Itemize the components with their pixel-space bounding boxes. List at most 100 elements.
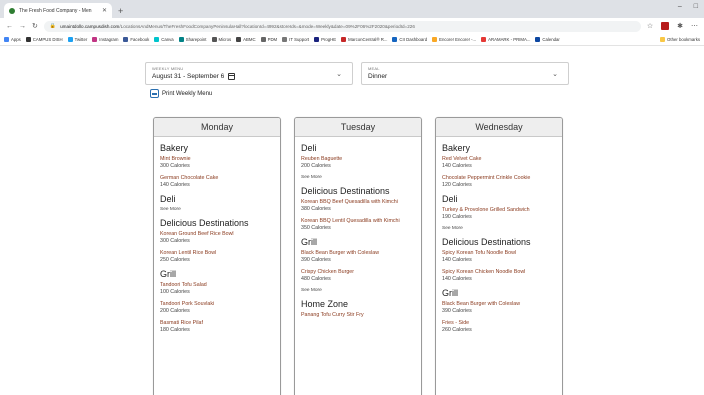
- bookmark-item[interactable]: PDM: [260, 37, 277, 42]
- station-heading: Delicious Destinations: [442, 237, 531, 247]
- menu-item[interactable]: Spicy Korean Chicken Noodle Bowl 140 Calo…: [442, 269, 556, 282]
- meal-select[interactable]: MEAL Dinner ⌄: [361, 62, 569, 85]
- menu-item[interactable]: Reuben Baguette 200 Calories: [301, 156, 415, 169]
- menu-item-calories: 300 Calories: [160, 162, 190, 169]
- browser-toolbar: ← → ↻ 🔒 umaintdollo.campusdish.com/Locat…: [0, 18, 704, 34]
- menu-item[interactable]: Korean Lentil Rice Bowl 250 Calories: [160, 250, 274, 263]
- menu-page: WEEKLY MENU August 31 - September 6 ⌄ ME…: [0, 46, 704, 395]
- menu-item-calories: 140 Calories: [442, 275, 472, 282]
- menu-item[interactable]: Panang Tofu Curry Stir Fry: [301, 312, 415, 319]
- bookmark-item[interactable]: Encore! Encore! -...: [432, 37, 476, 42]
- extension-icon[interactable]: [661, 22, 670, 30]
- minimize-icon[interactable]: –: [678, 3, 682, 10]
- bookmark-item[interactable]: Instagram: [92, 37, 118, 42]
- day-card-monday: Monday Bakery Mint Brownie 300 Calories Germ…: [153, 117, 281, 395]
- aramark-icon: [481, 37, 487, 42]
- bookmark-item[interactable]: Calendar: [535, 37, 560, 42]
- station-heading: Grill: [442, 288, 458, 298]
- menu-item[interactable]: Red Velvet Cake 140 Calories: [442, 156, 556, 169]
- menu-item-calories: 390 Calories: [442, 307, 472, 314]
- reload-icon[interactable]: ↻: [32, 22, 38, 30]
- menu-item[interactable]: Crispy Chicken Burger 480 Calories: [301, 269, 415, 282]
- see-more-link[interactable]: See More: [301, 288, 415, 293]
- other-bookmarks[interactable]: Other bookmarks: [660, 37, 700, 42]
- bookmark-item[interactable]: Twitter: [67, 37, 87, 42]
- see-more-link[interactable]: See More: [160, 207, 274, 212]
- address-bar[interactable]: 🔒 umaintdollo.campusdish.com/LocationsAn…: [43, 20, 641, 32]
- bookmark-item[interactable]: ARAMARK - PRIMA...: [481, 37, 530, 42]
- menu-item[interactable]: Mint Brownie 300 Calories: [160, 156, 274, 169]
- menu-item-calories: 250 Calories: [160, 256, 190, 263]
- marconcentral-icon: [341, 37, 347, 42]
- bookmark-item[interactable]: Facebook: [123, 37, 149, 42]
- apps-grid-icon: [4, 37, 9, 42]
- window-controls: – □: [678, 3, 698, 10]
- station-heading: Deli: [160, 194, 176, 204]
- back-icon[interactable]: ←: [6, 23, 13, 30]
- print-weekly-menu-link[interactable]: Print Weekly Menu: [150, 89, 212, 98]
- station-heading: Deli: [442, 194, 458, 204]
- bookmark-item[interactable]: IT Support: [282, 37, 309, 42]
- printer-icon: [150, 89, 159, 98]
- menu-dots-icon[interactable]: ⋯: [691, 22, 698, 30]
- menu-item-calories: 260 Calories: [442, 326, 472, 333]
- tab-close-icon[interactable]: ✕: [102, 7, 107, 14]
- day-body: Deli Reuben Baguette 200 Calories See More D…: [295, 137, 421, 329]
- bookmark-item[interactable]: MarconCentral® R...: [341, 37, 387, 42]
- weekly-menu-select[interactable]: WEEKLY MENU August 31 - September 6 ⌄: [145, 62, 353, 85]
- see-more-link[interactable]: See More: [301, 175, 415, 180]
- menu-item[interactable]: Korean BBQ Beef Quesadilla with Kimchi 38…: [301, 199, 415, 212]
- menu-item-name[interactable]: Korean BBQ Lentil Quesadilla with Kimchi: [301, 218, 415, 225]
- station-heading: Bakery: [442, 143, 471, 153]
- menu-item[interactable]: Spicy Korean Tofu Noodle Bowl 140 Calorie…: [442, 250, 556, 263]
- station-heading: Grill: [160, 269, 176, 279]
- menu-item[interactable]: Black Bean Burger with Coleslaw 390 Calor…: [301, 250, 415, 263]
- bookmark-item[interactable]: ABMC: [236, 37, 256, 42]
- maximize-icon[interactable]: □: [694, 3, 698, 10]
- day-heading: Monday: [154, 118, 280, 137]
- bookmark-item[interactable]: CAMPUS DISH: [25, 37, 63, 42]
- see-more-link[interactable]: See More: [442, 226, 556, 231]
- menu-item-calories: 200 Calories: [160, 307, 190, 314]
- station-heading: Delicious Destinations: [160, 218, 249, 228]
- menu-item[interactable]: German Chocolate Cake 140 Calories: [160, 175, 274, 188]
- menu-item[interactable]: Korean BBQ Lentil Quesadilla with Kimchi…: [301, 218, 415, 231]
- menu-item[interactable]: Black Bean Burger with Coleslaw 390 Calor…: [442, 301, 556, 314]
- facebook-icon: [123, 37, 129, 42]
- bookmark-item[interactable]: Micros: [211, 37, 231, 42]
- menu-item-calories: 140 Calories: [160, 181, 190, 188]
- menu-item[interactable]: Tandoori Tofu Salad 100 Calories: [160, 282, 274, 295]
- menu-item-calories: 120 Calories: [442, 181, 472, 188]
- meal-value: Dinner: [368, 73, 388, 80]
- menu-item-calories: 100 Calories: [160, 288, 190, 295]
- new-tab-button[interactable]: +: [118, 6, 123, 16]
- browser-tab-active[interactable]: The Fresh Food Company - Men ✕: [4, 3, 112, 18]
- encore-icon: [432, 37, 438, 42]
- station-heading: Grill: [301, 237, 317, 247]
- menu-item-name[interactable]: Panang Tofu Curry Stir Fry: [301, 312, 415, 319]
- forward-icon[interactable]: →: [19, 23, 26, 30]
- day-card-tuesday: Tuesday Deli Reuben Baguette 200 Calories Se…: [294, 117, 422, 395]
- menu-item[interactable]: Turkey & Provolone Grilled Sandwich 190 C…: [442, 207, 556, 220]
- extensions-puzzle-icon[interactable]: ✱: [677, 22, 683, 30]
- menu-item[interactable]: Basmati Rice Pilaf 180 Calories: [160, 320, 274, 333]
- campusdish-icon: [25, 37, 31, 42]
- station-heading: Home Zone: [301, 299, 349, 309]
- url-host: umaintdollo.campusdish.com: [60, 23, 120, 29]
- menu-item-calories: 350 Calories: [301, 224, 331, 231]
- station-heading: Bakery: [160, 143, 189, 153]
- bookmark-item[interactable]: CII Dashboard: [392, 37, 427, 42]
- bookmark-item[interactable]: Sharepoint: [178, 37, 207, 42]
- site-favicon-icon: [9, 7, 15, 14]
- bookmark-star-icon[interactable]: ☆: [647, 22, 653, 30]
- bookmark-item[interactable]: Canva: [154, 37, 174, 42]
- calendar-icon: [228, 73, 236, 80]
- menu-item[interactable]: Chocolate Peppermint Crinkle Cookie 120 C…: [442, 175, 556, 188]
- menu-item[interactable]: Fries - Side 260 Calories: [442, 320, 556, 333]
- bookmark-item[interactable]: Apps: [4, 37, 21, 42]
- menu-item[interactable]: Tandoori Pork Souvlaki 200 Calories: [160, 301, 274, 314]
- day-heading: Wednesday: [436, 118, 562, 137]
- menu-item[interactable]: Korean Ground Beef Rice Bowl 300 Calories: [160, 231, 274, 244]
- print-label: Print Weekly Menu: [162, 90, 213, 97]
- bookmark-item[interactable]: ProgHE: [314, 37, 336, 42]
